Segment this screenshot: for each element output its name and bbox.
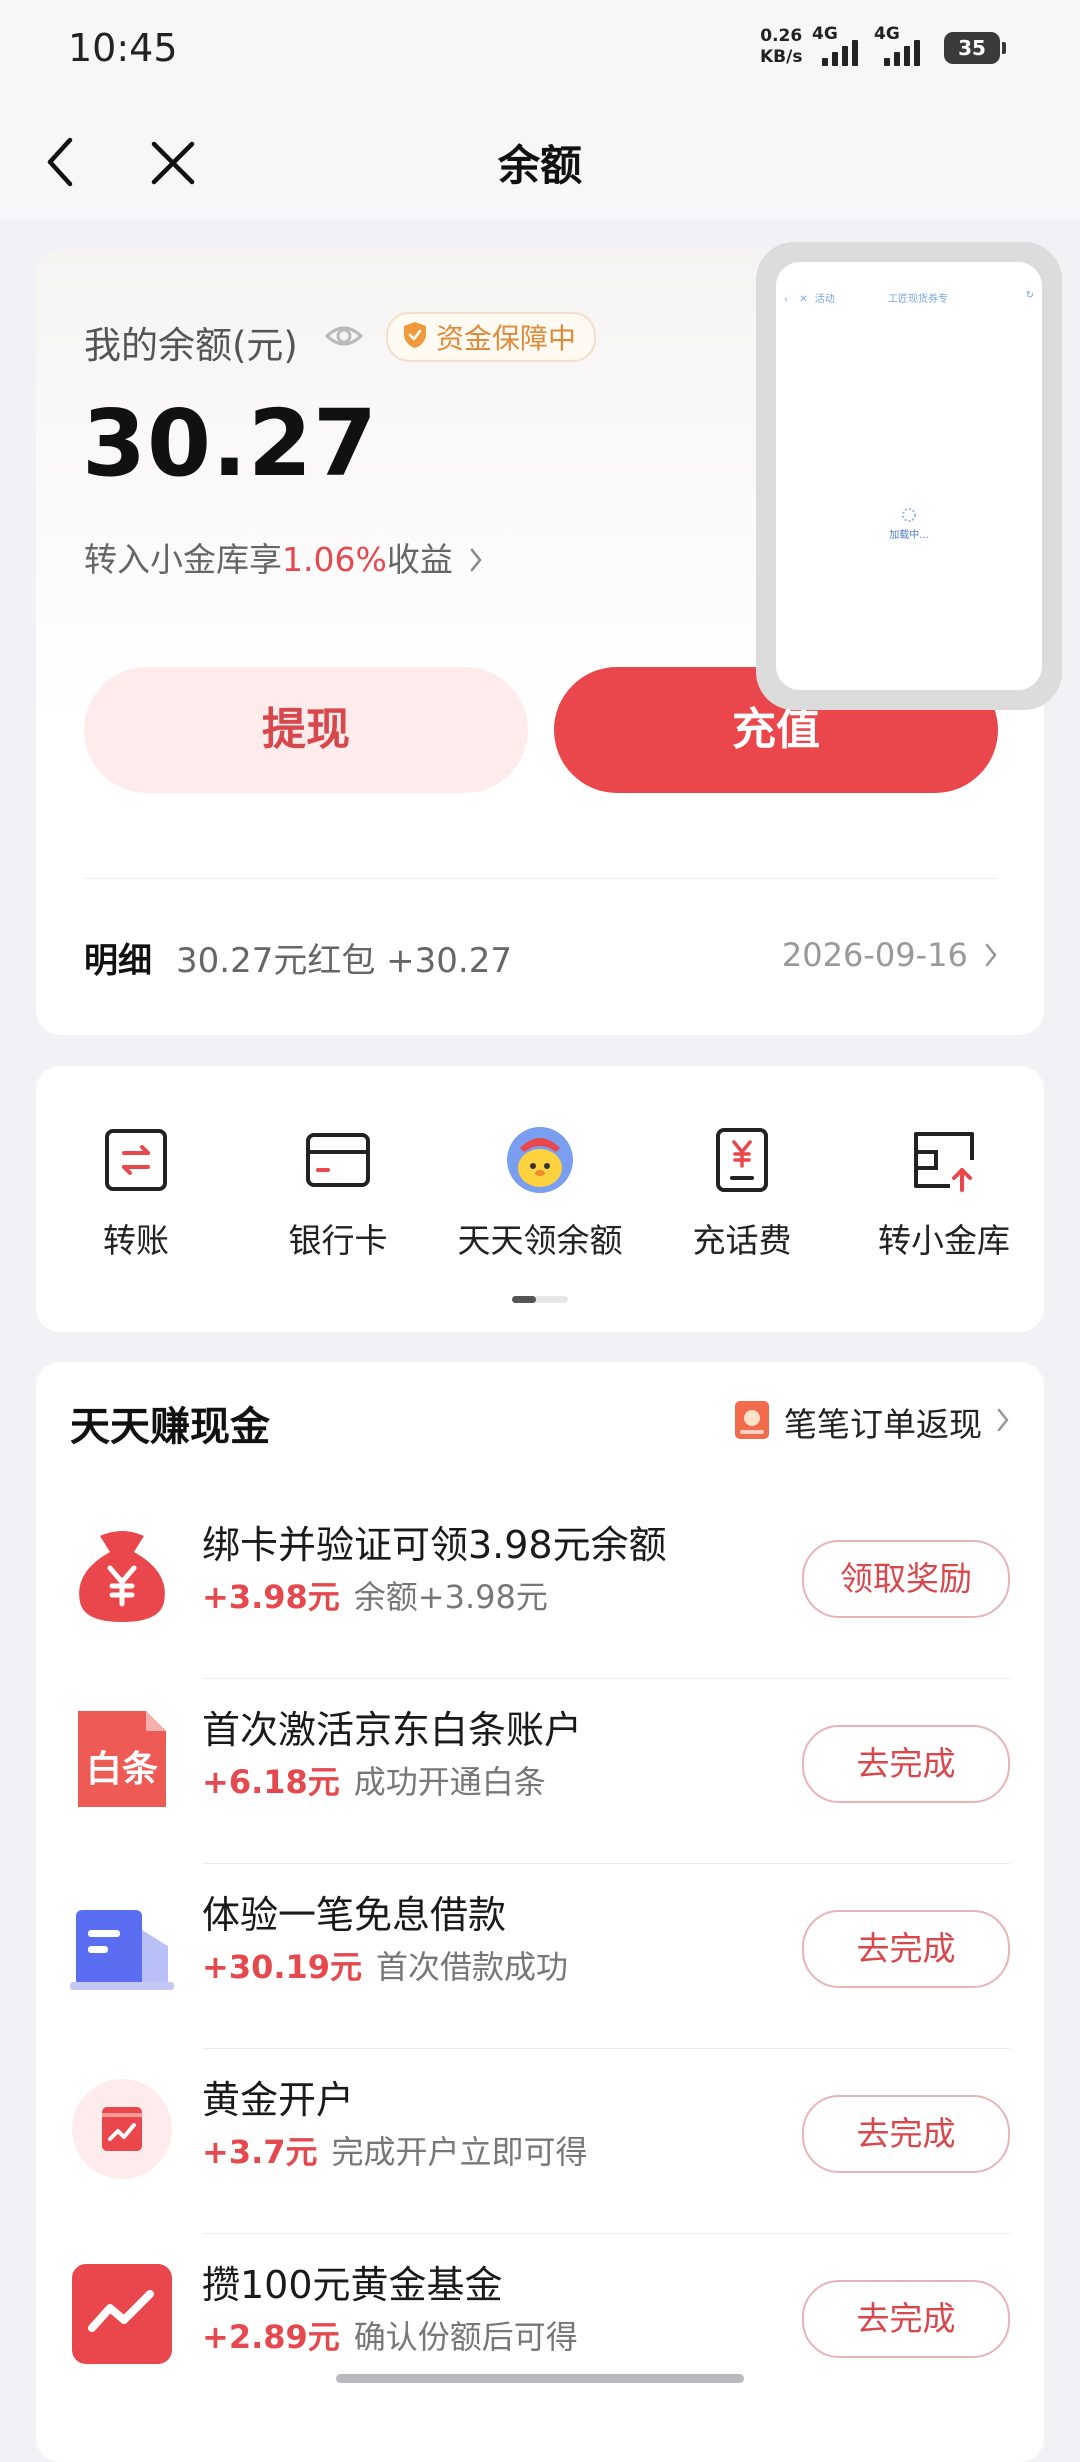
- task-desc: 完成开户立即可得: [331, 2133, 588, 2171]
- mini-window-toolbar: ‹ ✕ 活动 工匠现货券专 ↻: [784, 290, 1034, 305]
- chevron-right-icon: [469, 542, 483, 581]
- status-bar: 10:45 0.26 KB/s 4G 4G 35: [0, 0, 1080, 100]
- gold-fund-icon: [70, 2262, 174, 2366]
- task-desc: 成功开通白条: [353, 1763, 546, 1801]
- task-subtitle: +30.19元 首次借款成功: [202, 1942, 568, 1988]
- phone-bill-icon: [708, 1126, 776, 1194]
- quick-action-daily-balance[interactable]: 天天领余额: [440, 1126, 640, 1262]
- claim-reward-button[interactable]: 领取奖励: [802, 1540, 1010, 1618]
- chevron-right-icon: [996, 1407, 1010, 1437]
- balance-amount: 30.27: [82, 390, 379, 497]
- quick-action-label: 充话费: [692, 1221, 792, 1260]
- task-item[interactable]: 黄金开户 +3.7元 完成开户立即可得 去完成: [70, 2049, 1010, 2234]
- detail-latest-record[interactable]: 30.27元红包 +30.27: [176, 933, 512, 982]
- withdraw-button[interactable]: 提现: [84, 667, 528, 793]
- task-title: 黄金开户: [202, 2078, 355, 2122]
- loading-spinner-icon: [901, 507, 917, 523]
- task-desc: 首次借款成功: [376, 1948, 569, 1986]
- battery-icon: 35: [944, 32, 1006, 64]
- divider: [84, 878, 998, 879]
- guarantee-badge[interactable]: 资金保障中: [386, 312, 597, 362]
- detail-date: 2026-09-16: [781, 936, 968, 974]
- quick-action-phone-bill[interactable]: 充话费: [642, 1126, 842, 1262]
- svg-text:白条: 白条: [86, 1749, 158, 1790]
- promo-rate: 1.06%: [282, 540, 387, 579]
- complete-task-button[interactable]: 去完成: [802, 2095, 1010, 2173]
- earn-section-title: 天天赚现金: [70, 1404, 270, 1450]
- task-subtitle: +3.7元 完成开户立即可得: [202, 2127, 588, 2173]
- quick-action-label: 转小金库: [878, 1221, 1010, 1260]
- chevron-right-icon: [984, 938, 998, 976]
- gold-account-icon: [70, 2077, 174, 2181]
- floating-mini-window[interactable]: ‹ ✕ 活动 工匠现货券专 ↻ 加载中...: [756, 242, 1062, 710]
- task-item[interactable]: 绑卡并验证可领3.98元余额 +3.98元 余额+3.98元 领取奖励: [70, 1494, 1010, 1679]
- detail-label: 明细: [84, 941, 152, 981]
- quick-action-bank-card[interactable]: 银行卡: [238, 1126, 438, 1262]
- complete-task-button[interactable]: 去完成: [802, 1910, 1010, 1988]
- money-bag-icon: [70, 1522, 174, 1626]
- quick-actions-card: 转账 银行卡 天天领余额 充话费 转小金库: [36, 1066, 1044, 1332]
- quick-action-label: 天天领余额: [457, 1221, 623, 1260]
- task-item[interactable]: 攒100元黄金基金 +2.89元 确认份额后可得 去完成: [70, 2234, 1010, 2419]
- task-reward: +30.19元: [202, 1948, 363, 1986]
- task-subtitle: +2.89元 确认份额后可得: [202, 2312, 578, 2358]
- task-reward: +3.98元: [202, 1578, 340, 1616]
- task-reward: +6.18元: [202, 1763, 340, 1801]
- status-time: 10:45: [68, 26, 178, 70]
- transfer-icon: [102, 1126, 170, 1194]
- mini-close-icon: ✕: [799, 294, 808, 305]
- network-speed: 0.26 KB/s: [760, 26, 802, 68]
- signal-icon: [884, 40, 920, 66]
- promo-suffix: 收益: [386, 540, 453, 579]
- quick-action-vault-transfer[interactable]: 转小金库: [844, 1126, 1044, 1262]
- quick-action-transfer[interactable]: 转账: [36, 1126, 236, 1262]
- baitiao-icon: 白条: [70, 1707, 174, 1811]
- mini-page-title: 工匠现货券专: [887, 294, 948, 305]
- quick-action-label: 转账: [103, 1221, 169, 1260]
- network-speed-unit: KB/s: [760, 47, 803, 67]
- mini-back-icon: ‹: [784, 294, 788, 305]
- vault-transfer-icon: [910, 1126, 978, 1194]
- loan-icon: [70, 1892, 174, 1996]
- quick-action-label: 银行卡: [288, 1221, 388, 1260]
- earn-cash-card: 天天赚现金 笔笔订单返现 绑卡并验证可领3.98元余额 +3.98元 余额+3.9…: [36, 1362, 1044, 2462]
- shield-icon: [402, 321, 428, 353]
- task-reward: +3.7元: [202, 2133, 318, 2171]
- page-title: 余额: [497, 141, 582, 190]
- home-indicator[interactable]: [336, 2374, 744, 2383]
- task-desc: 余额+3.98元: [353, 1578, 548, 1616]
- task-title: 首次激活京东白条账户: [202, 1708, 583, 1752]
- task-item[interactable]: 体验一笔免息借款 +30.19元 首次借款成功 去完成: [70, 1864, 1010, 2049]
- order-cashback-text: 笔笔订单返现: [784, 1405, 982, 1444]
- bank-card-icon: [304, 1126, 372, 1194]
- guarantee-badge-label: 资金保障中: [436, 322, 577, 355]
- task-reward: +2.89元: [202, 2318, 340, 2356]
- nav-bar: 余额: [0, 100, 1080, 220]
- task-subtitle: +6.18元 成功开通白条: [202, 1757, 546, 1803]
- network-speed-value: 0.26: [760, 26, 803, 46]
- mini-loading-text: 加载中...: [889, 530, 929, 541]
- signal-icon: [822, 40, 858, 66]
- complete-task-button[interactable]: 去完成: [802, 1725, 1010, 1803]
- complete-task-button[interactable]: 去完成: [802, 2280, 1010, 2358]
- detail-date-link[interactable]: 2026-09-16: [782, 936, 998, 976]
- eye-icon[interactable]: [324, 316, 364, 356]
- pagination-indicator: [512, 1296, 568, 1303]
- balance-label: 我的余额(元): [84, 324, 298, 367]
- vault-promo-link[interactable]: 转入小金库享1.06%收益: [84, 533, 483, 581]
- order-cashback-link[interactable]: 笔笔订单返现: [734, 1398, 1010, 1446]
- task-title: 攒100元黄金基金: [202, 2263, 503, 2307]
- mascot-icon: [506, 1126, 574, 1194]
- task-desc: 确认份额后可得: [353, 2318, 578, 2356]
- order-cashback-icon: [734, 1400, 770, 1444]
- task-subtitle: +3.98元 余额+3.98元: [202, 1572, 548, 1618]
- mini-window-content: ‹ ✕ 活动 工匠现货券专 ↻ 加载中...: [776, 262, 1042, 690]
- mini-tab-text: 活动: [814, 294, 835, 305]
- mini-refresh-icon: ↻: [1025, 290, 1034, 301]
- task-item[interactable]: 白条 首次激活京东白条账户 +6.18元 成功开通白条 去完成: [70, 1679, 1010, 1864]
- task-title: 体验一笔免息借款: [202, 1893, 507, 1937]
- promo-prefix: 转入小金库享: [84, 540, 282, 579]
- task-title: 绑卡并验证可领3.98元余额: [202, 1523, 667, 1567]
